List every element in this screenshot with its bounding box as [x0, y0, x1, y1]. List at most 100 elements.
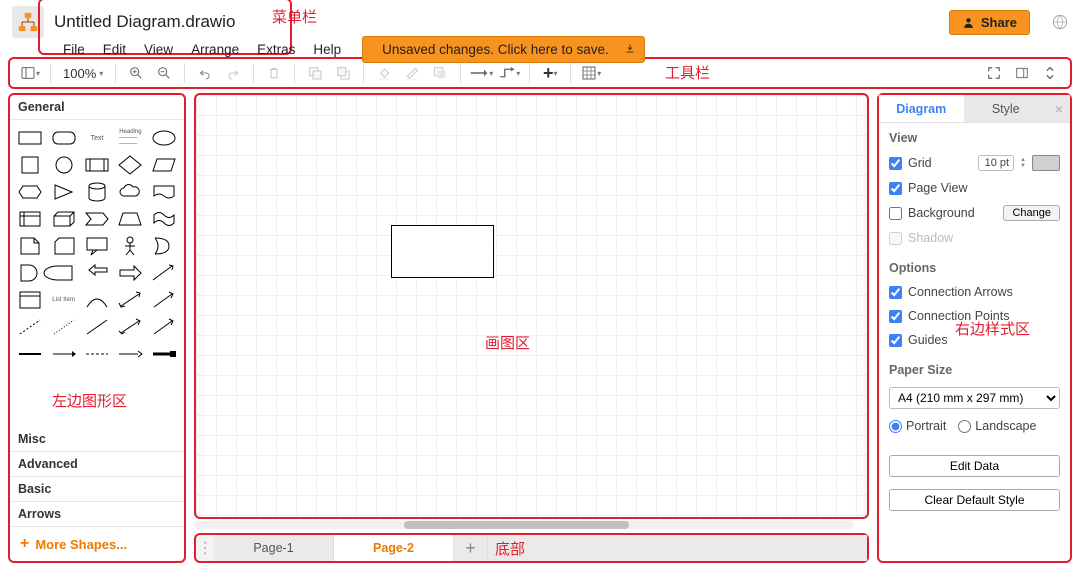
- unsaved-save-button[interactable]: Unsaved changes. Click here to save.: [362, 36, 645, 63]
- shape-curve[interactable]: [82, 288, 112, 312]
- shape-circle[interactable]: [48, 153, 78, 177]
- shape-ellipse[interactable]: [149, 126, 179, 150]
- shape-conn4[interactable]: [115, 342, 145, 366]
- fullscreen-button[interactable]: [982, 61, 1006, 85]
- shape-textbox[interactable]: Heading——————: [115, 126, 145, 150]
- zoom-in-button[interactable]: [124, 61, 148, 85]
- shape-card[interactable]: [48, 234, 78, 258]
- background-change-button[interactable]: Change: [1003, 205, 1060, 221]
- shape-list[interactable]: [15, 288, 45, 312]
- shape-cloud[interactable]: [115, 180, 145, 204]
- shape-dotted[interactable]: [48, 315, 78, 339]
- more-shapes-button[interactable]: + More Shapes...: [10, 526, 184, 561]
- shape-dirline[interactable]: [149, 315, 179, 339]
- diagram-canvas[interactable]: [194, 93, 869, 519]
- delete-button[interactable]: [262, 61, 286, 85]
- menu-help[interactable]: Help: [304, 40, 350, 59]
- waypoint-button[interactable]: ▾: [497, 61, 521, 85]
- fill-color-button[interactable]: [372, 61, 396, 85]
- shape-triangle[interactable]: [48, 180, 78, 204]
- line-color-button[interactable]: [400, 61, 424, 85]
- connection-button[interactable]: ▾: [469, 61, 493, 85]
- menu-edit[interactable]: Edit: [94, 40, 135, 59]
- tab-page-1[interactable]: Page-1: [214, 535, 334, 561]
- papersize-select[interactable]: A4 (210 mm x 297 mm): [889, 387, 1060, 409]
- sidebar-cat-basic[interactable]: Basic: [10, 477, 184, 502]
- guides-checkbox[interactable]: [889, 334, 902, 347]
- insert-button[interactable]: +▾: [538, 61, 562, 85]
- shape-rounded[interactable]: [48, 126, 78, 150]
- pages-menu-handle[interactable]: ⋮: [196, 535, 214, 561]
- shape-internal[interactable]: [15, 207, 45, 231]
- shape-text[interactable]: Text: [82, 126, 112, 150]
- shadow-button[interactable]: [428, 61, 452, 85]
- shape-callout[interactable]: [82, 234, 112, 258]
- shape-cube[interactable]: [48, 207, 78, 231]
- shape-dashed[interactable]: [15, 315, 45, 339]
- clear-style-button[interactable]: Clear Default Style: [889, 489, 1060, 511]
- shape-process[interactable]: [82, 153, 112, 177]
- grid-color-swatch[interactable]: [1032, 155, 1060, 171]
- table-button[interactable]: ▾: [579, 61, 603, 85]
- shape-conn1[interactable]: [15, 342, 45, 366]
- menu-arrange[interactable]: Arrange: [182, 40, 248, 59]
- shape-parallelogram[interactable]: [149, 153, 179, 177]
- background-checkbox[interactable]: [889, 207, 902, 220]
- close-panel-button[interactable]: ×: [1048, 95, 1070, 122]
- menu-extras[interactable]: Extras: [248, 40, 304, 59]
- sidebar-cat-advanced[interactable]: Advanced: [10, 452, 184, 477]
- shape-or[interactable]: [149, 234, 179, 258]
- shape-square[interactable]: [15, 153, 45, 177]
- shape-bidiline[interactable]: [115, 315, 145, 339]
- shape-datastore[interactable]: [48, 261, 78, 285]
- rtab-style[interactable]: Style: [964, 95, 1049, 122]
- shape-bidiarrow[interactable]: [115, 288, 145, 312]
- shape-tape[interactable]: [149, 207, 179, 231]
- hscroll-thumb[interactable]: [404, 521, 629, 529]
- file-title[interactable]: Untitled Diagram.drawio: [54, 12, 235, 32]
- conn-points-checkbox[interactable]: [889, 310, 902, 323]
- tab-page-2[interactable]: Page-2: [334, 535, 454, 561]
- shape-direrrow[interactable]: [149, 288, 179, 312]
- shape-conn3[interactable]: [82, 342, 112, 366]
- share-button[interactable]: Share: [949, 10, 1030, 35]
- shape-link[interactable]: [149, 261, 179, 285]
- sidebar-cat-misc[interactable]: Misc: [10, 427, 184, 452]
- format-panel-toggle[interactable]: [1010, 61, 1034, 85]
- shape-line[interactable]: [82, 315, 112, 339]
- landscape-radio[interactable]: [958, 420, 971, 433]
- menu-file[interactable]: File: [54, 40, 94, 59]
- canvas-shape-rect[interactable]: [391, 225, 494, 278]
- undo-button[interactable]: [193, 61, 217, 85]
- shape-diamond[interactable]: [115, 153, 145, 177]
- shape-conn5[interactable]: [149, 342, 179, 366]
- shape-conn2[interactable]: [48, 342, 78, 366]
- shape-actor[interactable]: [115, 234, 145, 258]
- collapse-button[interactable]: [1038, 61, 1062, 85]
- edit-data-button[interactable]: Edit Data: [889, 455, 1060, 477]
- redo-button[interactable]: [221, 61, 245, 85]
- to-front-button[interactable]: [303, 61, 327, 85]
- portrait-radio[interactable]: [889, 420, 902, 433]
- shape-trapezoid[interactable]: [115, 207, 145, 231]
- shape-hex[interactable]: [15, 180, 45, 204]
- zoom-select[interactable]: 100%▾: [59, 66, 107, 81]
- shape-and[interactable]: [15, 261, 45, 285]
- shape-bidi[interactable]: [82, 261, 112, 285]
- grid-size-value[interactable]: 10 pt: [978, 155, 1014, 171]
- hscrollbar[interactable]: [194, 521, 854, 529]
- sidebar-cat-general[interactable]: General: [10, 95, 184, 120]
- shape-arrow[interactable]: [115, 261, 145, 285]
- grid-checkbox[interactable]: [889, 157, 902, 170]
- rtab-diagram[interactable]: Diagram: [879, 95, 964, 122]
- conn-arrows-checkbox[interactable]: [889, 286, 902, 299]
- shape-step[interactable]: [82, 207, 112, 231]
- add-page-button[interactable]: +: [454, 535, 488, 561]
- shape-rect[interactable]: [15, 126, 45, 150]
- menu-view[interactable]: View: [135, 40, 182, 59]
- to-back-button[interactable]: [331, 61, 355, 85]
- globe-icon[interactable]: [1052, 14, 1068, 30]
- sidebar-cat-arrows[interactable]: Arrows: [10, 502, 184, 526]
- shape-cylinder[interactable]: [82, 180, 112, 204]
- pageview-checkbox[interactable]: [889, 182, 902, 195]
